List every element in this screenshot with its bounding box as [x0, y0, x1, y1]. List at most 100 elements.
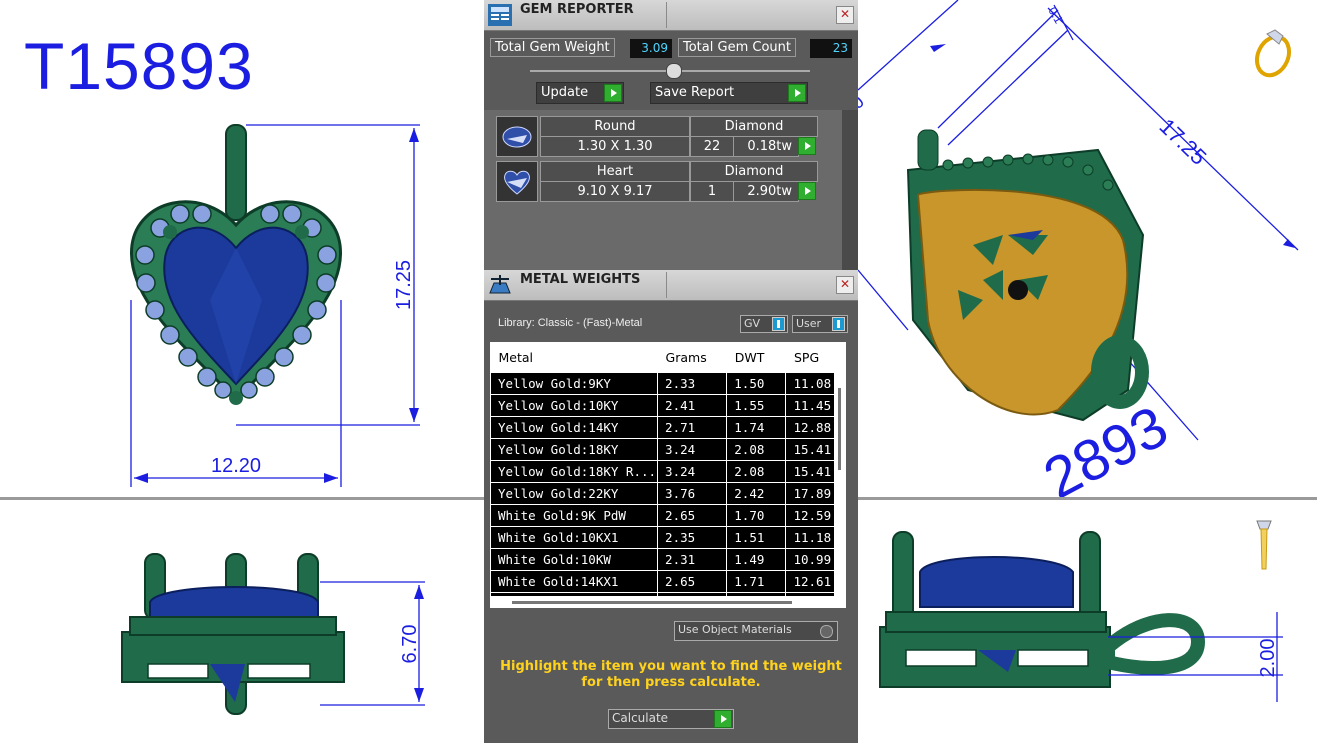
metal-dwt: 1.74 [726, 416, 787, 439]
total-weight-label: Total Gem Weight [490, 38, 615, 57]
calculate-go-icon[interactable] [714, 710, 732, 728]
metal-table-container: Metal Grams DWT SPG Yellow Gold:9KY 2.33 1… [490, 342, 846, 608]
metal-row[interactable]: Yellow Gold:14KY 2.71 1.74 12.88 [490, 416, 846, 439]
metal-row[interactable]: Yellow Gold:22KY 3.76 2.42 17.89 [490, 482, 846, 505]
gem-row-round[interactable]: Round Diamond 1.30 X 1.30 22 0.18tw [496, 116, 818, 157]
metal-name: White Gold:10KW [490, 548, 659, 571]
use-object-materials-button[interactable]: Use Object Materials [674, 621, 838, 641]
close-icon[interactable]: ✕ [836, 6, 854, 24]
vscroll-thumb[interactable] [838, 388, 841, 470]
gv-toggle[interactable]: GV [740, 315, 788, 333]
dim-side-height: 6.70 [399, 625, 421, 664]
col-grams[interactable]: Grams [657, 342, 727, 373]
dim-height-front: 17.25 [393, 260, 415, 310]
col-spg[interactable]: SPG [785, 342, 846, 373]
gem-weight: 2.90tw [733, 181, 799, 202]
viewport-iso[interactable]: 17.25 0 0.1 2893 [858, 0, 1317, 497]
metal-dwt: 1.71 [726, 570, 787, 593]
metal-dwt: 1.70 [726, 504, 787, 527]
dim-width-front: 12.20 [211, 455, 261, 477]
metal-grams: 2.41 [657, 394, 728, 417]
metal-grams: 2.65 [657, 570, 728, 593]
metal-row[interactable]: White Gold:9K PdW 2.65 1.70 12.59 [490, 504, 846, 527]
metal-table: Metal Grams DWT SPG Yellow Gold:9KY 2.33 1… [490, 342, 846, 608]
save-report-label: Save Report [655, 85, 735, 100]
metal-weights-titlebar[interactable]: METAL WEIGHTS ✕ [484, 270, 858, 301]
iso-view-drawing: 17.25 0 0.1 2893 [858, 0, 1299, 497]
metal-name: White Gold:14KX1 [490, 570, 659, 593]
gem-go-icon[interactable] [798, 137, 816, 155]
calculate-label: Calculate [612, 711, 669, 725]
gem-row-heart[interactable]: Heart Diamond 9.10 X 9.17 1 2.90tw [496, 161, 818, 202]
metal-row[interactable]: White Gold:14KX1 2.65 1.71 12.61 [490, 570, 846, 593]
metal-dwt: 2.42 [726, 482, 787, 505]
save-report-button[interactable]: Save Report [650, 82, 808, 104]
metal-row[interactable]: Yellow Gold:10KY 2.41 1.55 11.45 [490, 394, 846, 417]
hint-line-2: for then press calculate. [581, 675, 761, 690]
gem-count: 1 [690, 181, 734, 202]
gem-reporter-title: GEM REPORTER [520, 2, 634, 17]
gem-go-icon[interactable] [798, 182, 816, 200]
radio-icon[interactable] [820, 625, 833, 638]
hint-line-1: Highlight the item you want to find the … [500, 659, 842, 674]
metal-name: White Gold:10KX1 [490, 526, 659, 549]
dim-bail: 2.00 [1257, 639, 1279, 678]
update-label: Update [541, 85, 589, 100]
metal-name: Yellow Gold:14KY [490, 416, 659, 439]
user-toggle-switch[interactable] [832, 317, 845, 331]
gem-list-scrollbar[interactable] [842, 110, 858, 270]
table-vscrollbar[interactable] [834, 370, 846, 598]
gv-toggle-switch[interactable] [772, 317, 785, 331]
metal-row[interactable]: Yellow Gold:18KY 3.24 2.08 15.41 [490, 438, 846, 461]
dim-iso-length: 17.25 [1155, 114, 1212, 170]
metal-dwt: 1.51 [726, 526, 787, 549]
metal-grams: 3.24 [657, 460, 728, 483]
gem-pin-icon [1256, 520, 1272, 570]
metal-row[interactable]: Yellow Gold:9KY 2.33 1.50 11.08 [490, 372, 846, 395]
update-go-icon[interactable] [604, 84, 622, 102]
use-object-materials-label: Use Object Materials [678, 623, 792, 636]
titlebar-separator [666, 272, 667, 298]
metal-table-body: Yellow Gold:9KY 2.33 1.50 11.08 Yellow Gold:… [490, 372, 846, 608]
save-report-go-icon[interactable] [788, 84, 806, 102]
gem-reporter-panel: GEM REPORTER ✕ Total Gem Weight 3.09 Tot… [484, 0, 858, 270]
gem-type: Diamond [690, 116, 818, 137]
table-hscrollbar[interactable] [490, 596, 846, 608]
side-view-drawing: 6.70 [121, 553, 425, 715]
gem-reporter-titlebar[interactable]: GEM REPORTER ✕ [484, 0, 858, 31]
user-label: User [796, 317, 822, 330]
titlebar-separator [666, 2, 667, 28]
metal-row[interactable]: White Gold:10KX1 2.35 1.51 11.18 [490, 526, 846, 549]
col-metal[interactable]: Metal [490, 342, 658, 373]
metal-grams: 2.65 [657, 504, 728, 527]
metal-name: White Gold:9K PdW [490, 504, 659, 527]
gem-size: 9.10 X 9.17 [540, 181, 690, 202]
viewport-side[interactable]: 6.70 [0, 502, 484, 747]
user-toggle[interactable]: User [792, 315, 848, 333]
scale-icon [489, 275, 511, 294]
viewport-right[interactable]: 2.00 [858, 502, 1317, 747]
metal-name: Yellow Gold:18KY R... [490, 460, 659, 483]
gem-size: 1.30 X 1.30 [540, 136, 690, 157]
metal-name: Yellow Gold:10KY [490, 394, 659, 417]
total-count-label: Total Gem Count [678, 38, 796, 57]
gem-count: 22 [690, 136, 734, 157]
viewport-front[interactable]: T15893 17.25 12.20 [0, 0, 484, 497]
report-icon [488, 4, 512, 26]
gem-shape: Heart [540, 161, 690, 182]
metal-name: Yellow Gold:9KY [490, 372, 659, 395]
metal-name: Yellow Gold:18KY [490, 438, 659, 461]
close-icon[interactable]: ✕ [836, 276, 854, 294]
slider-handle[interactable] [666, 63, 682, 79]
gem-weight: 0.18tw [733, 136, 799, 157]
round-gem-icon [496, 116, 538, 157]
metal-grams: 3.24 [657, 438, 728, 461]
front-view-drawing: 17.25 12.20 [130, 124, 420, 487]
metal-row[interactable]: Yellow Gold:18KY R... 3.24 2.08 15.41 [490, 460, 846, 483]
gem-shape: Round [540, 116, 690, 137]
ring-icon [1254, 29, 1292, 78]
metal-dwt: 1.55 [726, 394, 787, 417]
hscroll-thumb[interactable] [512, 601, 792, 604]
metal-row[interactable]: White Gold:10KW 2.31 1.49 10.99 [490, 548, 846, 571]
col-dwt[interactable]: DWT [726, 342, 786, 373]
